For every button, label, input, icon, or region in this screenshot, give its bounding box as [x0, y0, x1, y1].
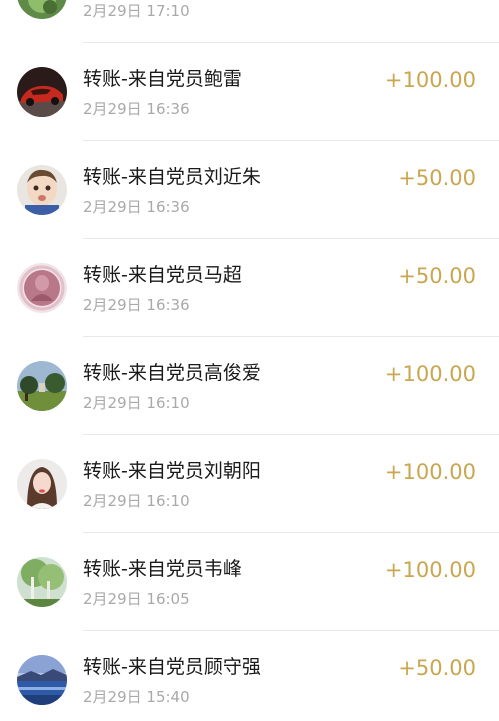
transaction-time: 2月29日 16:10 — [83, 492, 190, 510]
transaction-title: 转账-来自党员顾守强 — [83, 656, 261, 678]
red-car-icon — [17, 67, 67, 117]
transaction-title: 转账-来自党员鲍雷 — [83, 68, 242, 90]
transaction-row[interactable]: 转账-来自党员鲍雷 2月29日 16:36 +100.00 — [0, 43, 499, 141]
transaction-time: 2月29日 16:36 — [83, 296, 190, 314]
transaction-title: 转账-来自党员马超 — [83, 264, 242, 286]
transaction-time: 2月29日 16:36 — [83, 198, 190, 216]
green-leaf-icon — [17, 0, 67, 19]
transaction-row[interactable]: 转账-来自党员刘朝阳 2月29日 16:10 +100.00 — [0, 435, 499, 533]
buddha-icon — [17, 263, 67, 313]
transaction-time: 2月29日 16:10 — [83, 394, 190, 412]
transaction-title: 转账-来自党员韦峰 — [83, 558, 242, 580]
transaction-row[interactable]: 转账-来自党员刘近朱 2月29日 16:36 +50.00 — [0, 141, 499, 239]
transaction-amount: +100.00 — [384, 558, 476, 582]
transaction-title: 转账-来自党员高俊爱 — [83, 362, 261, 384]
birch-trees-icon — [17, 557, 67, 607]
woman-portrait-icon — [17, 459, 67, 509]
transaction-title: 转账-来自党员刘近朱 — [83, 166, 261, 188]
transaction-amount: +50.00 — [398, 656, 476, 680]
transaction-time: 2月29日 16:36 — [83, 100, 190, 118]
transaction-amount: +50.00 — [398, 264, 476, 288]
landscape-icon — [17, 361, 67, 411]
transaction-row[interactable]: 2月29日 17:10 — [0, 0, 499, 43]
transaction-time: 2月29日 15:40 — [83, 688, 190, 706]
transaction-amount: +100.00 — [384, 362, 476, 386]
transaction-time: 2月29日 17:10 — [83, 2, 190, 20]
transaction-list: 2月29日 17:10 转账-来自党员鲍雷 2月29日 16:36 +100.0… — [0, 0, 499, 721]
lake-sunset-icon — [17, 655, 67, 705]
transaction-amount: +50.00 — [398, 166, 476, 190]
transaction-time: 2月29日 16:05 — [83, 590, 190, 608]
transaction-row[interactable]: 转账-来自党员韦峰 2月29日 16:05 +100.00 — [0, 533, 499, 631]
transaction-amount: +100.00 — [384, 460, 476, 484]
child-face-icon — [17, 165, 67, 215]
transaction-amount: +100.00 — [384, 68, 476, 92]
transaction-row[interactable]: 转账-来自党员高俊爱 2月29日 16:10 +100.00 — [0, 337, 499, 435]
transaction-row[interactable]: 转账-来自党员马超 2月29日 16:36 +50.00 — [0, 239, 499, 337]
transaction-row[interactable]: 转账-来自党员顾守强 2月29日 15:40 +50.00 — [0, 631, 499, 721]
transaction-title: 转账-来自党员刘朝阳 — [83, 460, 261, 482]
